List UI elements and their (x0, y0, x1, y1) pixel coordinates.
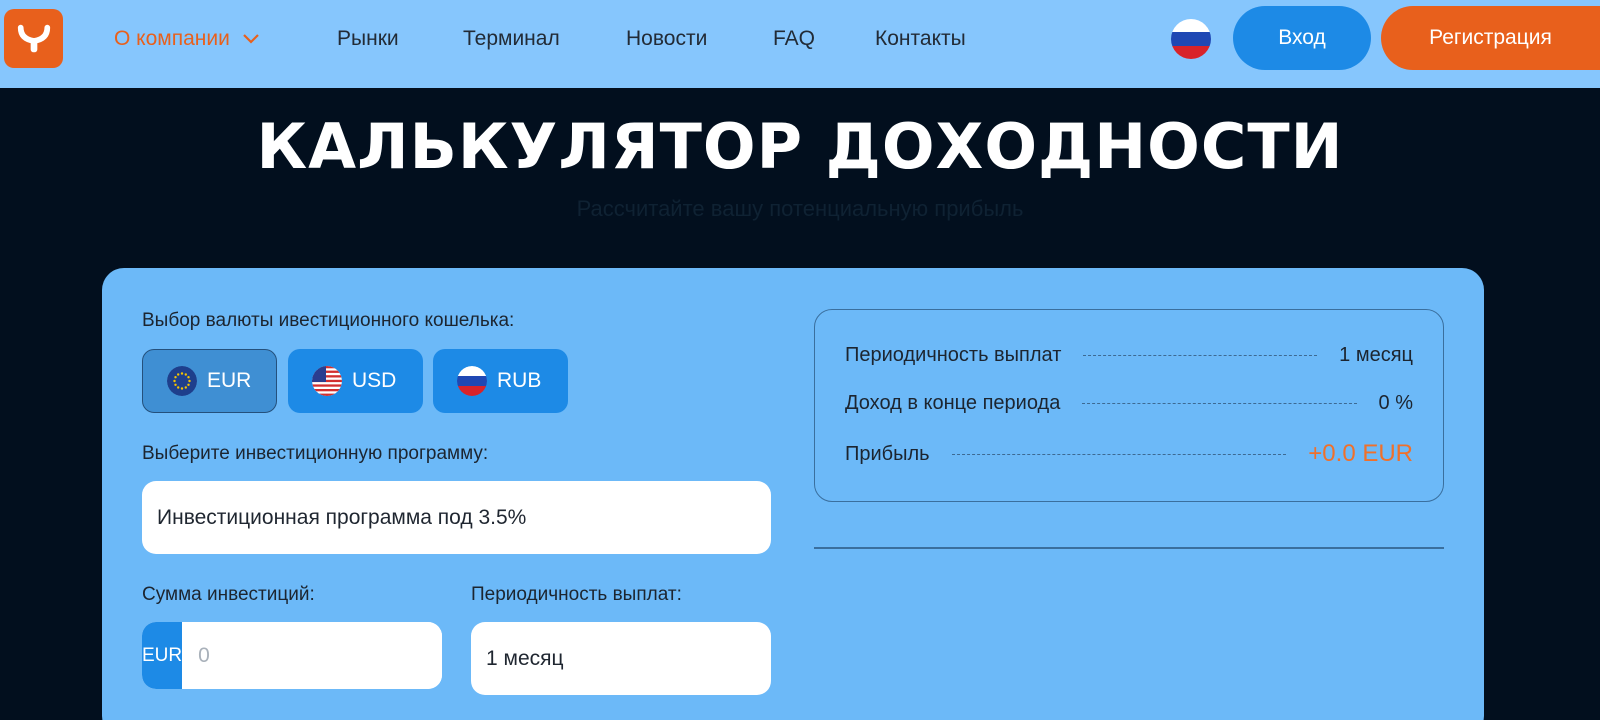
currency-usd-button[interactable]: USD (288, 349, 423, 413)
result-row-period: Периодичность выплат 1 месяц (845, 344, 1413, 367)
program-select[interactable]: Инвестиционная программа под 3.5% (142, 481, 771, 554)
amount-input[interactable] (182, 622, 442, 689)
logo-icon (17, 24, 50, 52)
login-button[interactable]: Вход (1233, 6, 1371, 70)
amount-field: EUR (142, 622, 442, 689)
result-label: Прибыль (845, 442, 930, 465)
period-select-value: 1 месяц (486, 646, 564, 670)
currency-code: USD (352, 369, 397, 392)
flag-eu-icon (167, 366, 197, 396)
currency-rub-button[interactable]: RUB (433, 349, 568, 413)
dotted-leader (951, 453, 1287, 455)
result-value: 0 % (1378, 392, 1413, 414)
logo[interactable] (4, 9, 63, 68)
results-box: Периодичность выплат 1 месяц Доход в кон… (814, 309, 1444, 502)
currency-label: Выбор валюты ивестиционного кошелька: (142, 310, 515, 331)
result-row-income: Доход в конце периода 0 % (845, 392, 1413, 415)
nav-item-company[interactable]: О компании (114, 24, 260, 54)
chevron-down-icon (242, 24, 260, 54)
flag-us-icon (312, 366, 342, 396)
result-row-profit: Прибыль +0.0 EUR (845, 440, 1413, 468)
register-button[interactable]: Регистрация (1381, 6, 1600, 70)
program-label: Выберите инвестиционную программу: (142, 443, 489, 464)
program-select-value: Инвестиционная программа под 3.5% (157, 505, 527, 529)
nav-item-contacts[interactable]: Контакты (875, 24, 966, 54)
page-subtitle: Рассчитайте вашу потенциальную прибыль (576, 196, 1024, 221)
dotted-leader (1082, 403, 1357, 404)
nav-item-markets[interactable]: Рынки (337, 24, 399, 54)
page-title: КАЛЬКУЛЯТОР ДОХОДНОСТИ (256, 110, 1344, 183)
profit-value: +0.0 EUR (1308, 440, 1413, 467)
result-label: Доход в конце периода (845, 392, 1061, 414)
period-select[interactable]: 1 месяц (471, 622, 771, 695)
currency-eur-button[interactable]: EUR (142, 349, 277, 413)
period-label: Периодичность выплат: (471, 584, 682, 605)
amount-currency-badge: EUR (142, 622, 183, 689)
currency-code: EUR (207, 369, 252, 392)
dotted-leader (1083, 355, 1318, 356)
language-flag-ru-icon[interactable] (1171, 19, 1211, 59)
site-header: О компании Рынки Терминал Новости FAQ Ко… (0, 0, 1600, 88)
nav-item-label: О компании (114, 27, 230, 50)
results-divider (814, 547, 1444, 549)
flag-ru-icon (457, 366, 487, 396)
nav-item-faq[interactable]: FAQ (773, 24, 815, 54)
result-label: Периодичность выплат (845, 344, 1062, 366)
currency-code: RUB (497, 369, 542, 392)
nav-item-news[interactable]: Новости (626, 24, 707, 54)
result-value: 1 месяц (1339, 344, 1413, 366)
amount-label: Сумма инвестиций: (142, 584, 315, 605)
nav-item-terminal[interactable]: Терминал (463, 24, 560, 54)
